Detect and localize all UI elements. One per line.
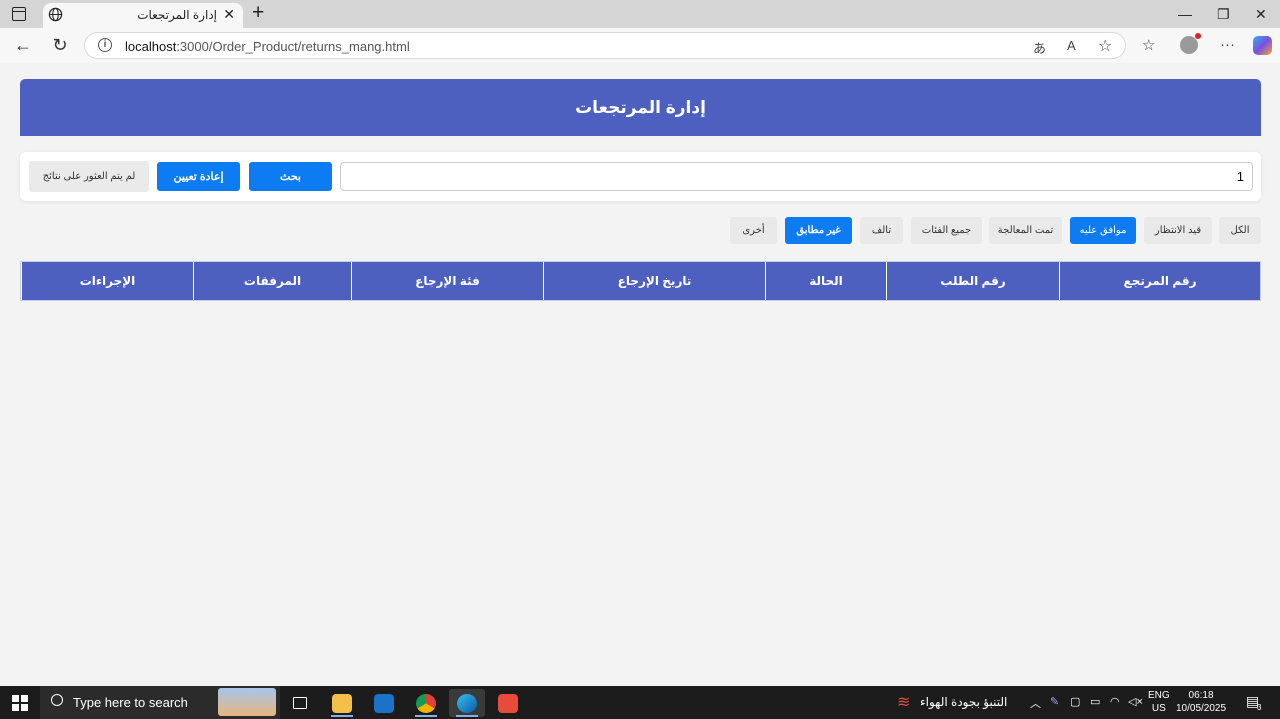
outlook-button[interactable] — [366, 689, 402, 717]
page-title: إدارة المرتجعات — [575, 97, 706, 117]
notification-count: 3 — [1257, 703, 1262, 712]
file-explorer-button[interactable] — [324, 689, 360, 717]
chrome-button[interactable] — [408, 689, 444, 717]
col-return-number: رقم المرتجع — [1059, 262, 1260, 300]
copilot-icon[interactable] — [1253, 36, 1272, 55]
edge-icon — [457, 694, 477, 713]
col-status: الحالة — [765, 262, 886, 300]
meet-now-icon[interactable]: ▢ — [1070, 695, 1080, 708]
returns-table: رقم المرتجع رقم الطلب الحالة تاريخ الإرج… — [20, 261, 1261, 301]
filter-all-categories[interactable]: جميع الفئات — [911, 217, 982, 244]
search-button[interactable]: بحث — [249, 162, 332, 191]
volume-icon[interactable]: ◁× — [1128, 695, 1143, 708]
battery-icon[interactable]: ▭ — [1090, 695, 1100, 708]
col-return-category: فئة الإرجاع — [351, 262, 543, 300]
windows-taskbar: Type here to search ≋ التنبؤ بجودة الهوا… — [0, 686, 1280, 719]
restore-icon[interactable]: ❐ — [1217, 6, 1230, 23]
url-path: :3000/Order_Product/returns_mang.html — [176, 39, 410, 54]
col-return-date: تاريخ الإرجاع — [543, 262, 765, 300]
search-input[interactable] — [340, 162, 1253, 191]
active-indicator — [415, 715, 437, 717]
col-actions: الإجراءات — [21, 262, 193, 300]
refresh-icon[interactable]: ↻ — [49, 34, 71, 56]
more-options-icon[interactable]: ··· — [1220, 36, 1235, 53]
app-icon — [498, 694, 518, 713]
outlook-icon — [374, 694, 394, 713]
active-indicator — [331, 715, 353, 717]
edge-button[interactable] — [449, 689, 485, 717]
task-view-button[interactable] — [282, 689, 318, 717]
pen-icon[interactable]: ✎ — [1050, 695, 1059, 708]
lang-bottom: US — [1151, 703, 1166, 714]
language-indicator[interactable]: ENG US — [1148, 689, 1170, 715]
clock-time: 06:18 — [1188, 690, 1214, 701]
minimize-icon[interactable]: — — [1178, 6, 1192, 22]
search-highlight-image — [218, 688, 276, 716]
col-order-number: رقم الطلب — [886, 262, 1059, 300]
clock-date: 10/05/2025 — [1176, 703, 1227, 714]
browser-tab-bar: إدارة المرتجعات ✕ + — ❐ ✕ — [0, 0, 1280, 28]
reset-button[interactable]: إعادة تعيين — [157, 162, 240, 191]
page-header: إدارة المرتجعات — [20, 79, 1261, 136]
search-card: بحث إعادة تعيين لم يتم العثور على نتائج — [20, 152, 1261, 201]
url-host: localhost — [125, 39, 177, 54]
close-window-icon[interactable]: ✕ — [1255, 6, 1267, 23]
site-info-icon[interactable]: i — [98, 38, 112, 52]
taskbar-clock[interactable]: 06:18 10/05/2025 — [1176, 689, 1226, 715]
tab-close-icon[interactable]: ✕ — [223, 6, 235, 23]
tab-title: إدارة المرتجعات — [137, 8, 217, 22]
filter-pending[interactable]: قيد الانتظار — [1144, 217, 1212, 244]
wifi-icon[interactable]: ◠ — [1110, 695, 1120, 708]
profile-avatar[interactable] — [1180, 33, 1201, 54]
filter-other[interactable]: أخرى — [730, 217, 777, 244]
active-indicator — [456, 715, 478, 717]
search-icon — [51, 694, 63, 706]
show-hidden-icons[interactable]: ︿ — [1030, 695, 1041, 711]
filter-damaged[interactable]: تالف — [860, 217, 903, 244]
favorite-star-icon[interactable]: ☆ — [1098, 36, 1112, 56]
file-explorer-icon — [332, 694, 352, 713]
read-aloud-icon[interactable]: A — [1067, 38, 1076, 53]
filter-approved[interactable]: موافق عليه — [1070, 217, 1136, 244]
new-tab-icon[interactable]: + — [252, 2, 264, 24]
page-content: إدارة المرتجعات بحث إعادة تعيين لم يتم ا… — [4, 63, 1276, 685]
weather-text[interactable]: التنبؤ بجودة الهواء — [920, 695, 1007, 709]
globe-icon — [48, 7, 63, 22]
translate-icon[interactable]: あ — [1033, 38, 1046, 57]
chrome-icon — [416, 694, 436, 713]
app-button[interactable] — [490, 689, 526, 717]
col-attachments: المرفقات — [193, 262, 351, 300]
browser-tab[interactable]: إدارة المرتجعات ✕ — [43, 3, 243, 28]
address-bar-row: ← ↻ i localhost:3000/Order_Product/retur… — [0, 28, 1280, 63]
taskbar-search[interactable]: Type here to search — [40, 686, 280, 719]
favorites-icon[interactable]: ☆ — [1142, 36, 1155, 54]
filter-all[interactable]: الكل — [1219, 217, 1261, 244]
back-icon[interactable]: ← — [12, 34, 34, 56]
task-view-icon — [293, 697, 307, 709]
windows-start-icon[interactable] — [12, 695, 28, 711]
lang-top: ENG — [1148, 690, 1170, 701]
weather-icon[interactable]: ≋ — [897, 692, 910, 712]
address-bar[interactable]: i localhost:3000/Order_Product/returns_m… — [84, 32, 1126, 59]
url-text[interactable]: localhost:3000/Order_Product/returns_man… — [125, 39, 410, 54]
no-results-message: لم يتم العثور على نتائج — [29, 161, 149, 192]
taskbar-search-placeholder: Type here to search — [73, 695, 188, 710]
filter-processed[interactable]: تمت المعالجة — [989, 217, 1062, 244]
filter-mismatch[interactable]: غير مطابق — [785, 217, 852, 244]
tab-actions-icon[interactable] — [12, 7, 26, 21]
